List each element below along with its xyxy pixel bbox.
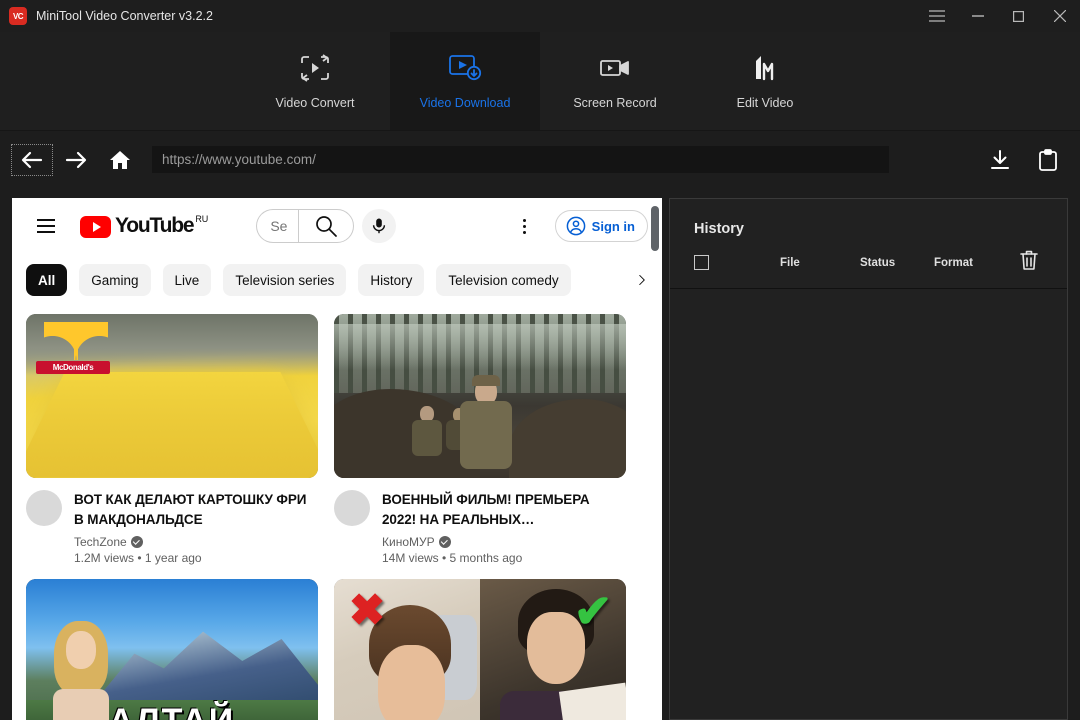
mcdonalds-logo-icon: McDonald's	[36, 322, 116, 376]
trash-icon[interactable]	[1019, 249, 1039, 276]
browser-nav-bar: https://www.youtube.com/	[0, 131, 1080, 188]
window-controls	[916, 0, 1080, 32]
channel-avatar[interactable]	[334, 490, 370, 526]
video-card[interactable]: АЛТАЙ	[26, 579, 318, 720]
search-input[interactable]	[270, 210, 298, 242]
thumbnail-art-fries: McDonald's	[26, 314, 318, 478]
video-card[interactable]: ВОЕННЫЙ ФИЛЬМ! ПРЕМЬЕРА 2022! НА РЕАЛЬНЫ…	[334, 314, 626, 565]
video-card[interactable]: ✖ ✔	[334, 579, 626, 720]
sign-in-label: Sign in	[592, 219, 635, 234]
tab-video-download[interactable]: Video Download	[390, 32, 540, 130]
edit-video-icon	[750, 52, 780, 84]
download-icon[interactable]	[976, 140, 1024, 180]
screen-record-icon	[599, 52, 631, 84]
scrollbar-thumb[interactable]	[651, 206, 659, 251]
channel-name[interactable]: TechZone	[74, 535, 127, 549]
video-thumbnail[interactable]: АЛТАЙ	[26, 579, 318, 720]
clipboard-icon[interactable]	[1024, 140, 1072, 180]
video-stats: 1.2M views • 1 year ago	[74, 551, 318, 565]
chip-live[interactable]: Live	[163, 264, 212, 296]
youtube-guide-menu-icon[interactable]	[26, 206, 66, 246]
youtube-video-grid: McDonald's ВОТ КАК ДЕЛАЮТ КАРТОШКУ ФРИ В…	[12, 306, 662, 720]
video-thumbnail[interactable]	[334, 314, 626, 478]
chips-next-arrow-icon[interactable]	[614, 264, 646, 296]
video-meta: ВОЕННЫЙ ФИЛЬМ! ПРЕМЬЕРА 2022! НА РЕАЛЬНЫ…	[334, 478, 626, 565]
thumbnail-overlay-text: АЛТАЙ	[26, 702, 318, 720]
tab-edit-video[interactable]: Edit Video	[690, 32, 840, 130]
thumbnail-art-study: ✖ ✔	[334, 579, 626, 720]
column-header-file: File	[780, 257, 800, 269]
tab-edit-video-label: Edit Video	[737, 96, 794, 110]
video-thumbnail[interactable]: McDonald's	[26, 314, 318, 478]
thumbnail-art-altai: АЛТАЙ	[26, 579, 318, 720]
youtube-search-area	[256, 209, 396, 243]
history-title: History	[670, 199, 1067, 237]
app-title: MiniTool Video Converter v3.2.2	[36, 9, 213, 23]
video-convert-icon	[299, 52, 331, 84]
tab-screen-record[interactable]: Screen Record	[540, 32, 690, 130]
channel-row: TechZone	[74, 535, 318, 549]
maximize-icon[interactable]	[998, 0, 1039, 32]
minimize-icon[interactable]	[957, 0, 998, 32]
red-cross-icon: ✖	[344, 589, 390, 635]
chip-television-series[interactable]: Television series	[223, 264, 346, 296]
search-icon[interactable]	[298, 209, 354, 243]
tab-video-convert[interactable]: Video Convert	[240, 32, 390, 130]
video-title[interactable]: ВОЕННЫЙ ФИЛЬМ! ПРЕМЬЕРА 2022! НА РЕАЛЬНЫ…	[382, 490, 626, 530]
youtube-header-actions: Sign in	[509, 210, 662, 242]
history-table-body	[670, 289, 1067, 707]
chip-history[interactable]: History	[358, 264, 424, 296]
history-table-header: File Status Format	[670, 237, 1067, 289]
video-download-icon	[448, 52, 482, 84]
verified-badge-icon	[439, 536, 451, 548]
column-header-status: Status	[860, 257, 895, 269]
embedded-browser-viewport[interactable]: YouTube RU	[12, 198, 662, 720]
green-check-icon: ✔	[570, 589, 616, 635]
video-stats: 14M views • 5 months ago	[382, 551, 626, 565]
column-header-format: Format	[934, 257, 973, 269]
video-card[interactable]: McDonald's ВОТ КАК ДЕЛАЮТ КАРТОШКУ ФРИ В…	[26, 314, 318, 565]
tab-video-download-label: Video Download	[420, 96, 511, 110]
url-text: https://www.youtube.com/	[162, 152, 316, 167]
select-all-checkbox[interactable]	[694, 255, 709, 270]
chip-all[interactable]: All	[26, 264, 67, 296]
hamburger-menu-icon[interactable]	[916, 0, 957, 32]
youtube-search-box[interactable]	[256, 209, 298, 243]
account-circle-icon	[566, 216, 586, 236]
chip-television-comedy[interactable]: Television comedy	[436, 264, 570, 296]
back-arrow-icon[interactable]	[10, 143, 54, 177]
tab-screen-record-label: Screen Record	[573, 96, 656, 110]
video-meta: ВОТ КАК ДЕЛАЮТ КАРТОШКУ ФРИ В МАКДОНАЛЬД…	[26, 478, 318, 565]
three-dots-icon[interactable]	[509, 210, 541, 242]
url-input[interactable]: https://www.youtube.com/	[152, 146, 889, 173]
youtube-header: YouTube RU	[12, 198, 662, 254]
video-title[interactable]: ВОТ КАК ДЕЛАЮТ КАРТОШКУ ФРИ В МАКДОНАЛЬД…	[74, 490, 318, 530]
chip-gaming[interactable]: Gaming	[79, 264, 150, 296]
app-logo-icon: VC	[9, 7, 27, 25]
title-bar: VC MiniTool Video Converter v3.2.2	[0, 0, 1080, 32]
home-icon[interactable]	[98, 143, 142, 177]
video-thumbnail[interactable]: ✖ ✔	[334, 579, 626, 720]
youtube-play-icon	[80, 216, 111, 238]
channel-name[interactable]: КиноМУР	[382, 535, 435, 549]
channel-avatar[interactable]	[26, 490, 62, 526]
youtube-filter-chips: All Gaming Live Television series Histor…	[12, 254, 662, 306]
youtube-country-code: RU	[195, 214, 208, 225]
tab-video-convert-label: Video Convert	[276, 96, 355, 110]
forward-arrow-icon[interactable]	[54, 143, 98, 177]
history-panel: History File Status Format	[669, 198, 1068, 720]
nav-right-actions	[976, 131, 1072, 188]
browser-scrollbar[interactable]	[648, 198, 662, 720]
microphone-icon[interactable]	[362, 209, 396, 243]
channel-row: КиноМУР	[382, 535, 626, 549]
verified-badge-icon	[131, 536, 143, 548]
close-icon[interactable]	[1039, 0, 1080, 32]
youtube-wordmark: YouTube	[115, 214, 193, 238]
sign-in-button[interactable]: Sign in	[555, 210, 648, 242]
main-tab-bar: Video Convert Video Download Screen Reco…	[0, 32, 1080, 131]
youtube-logo[interactable]: YouTube RU	[80, 214, 208, 238]
thumbnail-art-war-film	[334, 314, 626, 478]
